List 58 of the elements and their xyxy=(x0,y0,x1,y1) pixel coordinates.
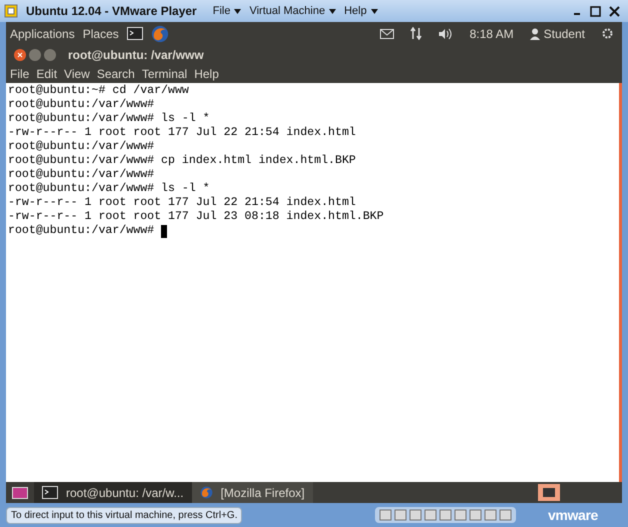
caret-icon xyxy=(329,8,336,14)
menu-item[interactable]: File xyxy=(212,2,242,20)
maximize-icon[interactable] xyxy=(590,6,601,16)
menu-item[interactable]: Virtual Machine xyxy=(249,2,336,20)
caret-icon xyxy=(370,8,378,14)
panel-menu[interactable]: Applications xyxy=(10,24,75,42)
window-title: Ubuntu 12.04 - VMware Player xyxy=(26,3,197,20)
menu-item[interactable]: Edit xyxy=(36,65,58,83)
network-icon[interactable] xyxy=(410,27,422,40)
menu-item[interactable]: Search xyxy=(96,65,135,83)
mail-icon[interactable] xyxy=(380,28,394,38)
terminal-launcher-icon xyxy=(126,27,143,40)
menu-item[interactable]: View xyxy=(64,65,90,83)
terminal-line: root@ubuntu:/var/www# cp index.html index.html.BKP xyxy=(8,153,356,168)
terminal-line: root@ubuntu:~# cd /var/www xyxy=(8,83,189,98)
device-icon[interactable] xyxy=(498,508,512,522)
device-icon[interactable] xyxy=(454,508,467,522)
terminal-line: root@ubuntu:/var/www# xyxy=(8,139,154,154)
close-icon[interactable] xyxy=(14,49,26,61)
terminal-line: root@ubuntu:/var/www# xyxy=(8,97,154,112)
menu-item[interactable]: Help xyxy=(194,65,219,83)
terminal-icon xyxy=(42,486,58,499)
cursor xyxy=(161,224,168,238)
user-icon xyxy=(530,28,540,40)
browser-launcher-icon[interactable] xyxy=(150,24,169,42)
show-desktop-icon[interactable] xyxy=(12,486,28,498)
menu-item[interactable]: File xyxy=(10,65,30,83)
terminal-title: root@ubuntu: /var/www xyxy=(68,47,204,64)
status-message: To direct input to this virtual machine, press Ctrl+G. xyxy=(6,506,242,524)
close-icon[interactable] xyxy=(609,6,620,16)
terminal-line: -rw-r--r-- 1 root root 177 Jul 22 21:54 index.html xyxy=(8,195,356,210)
terminal-line: root@ubuntu:/var/www# xyxy=(8,167,154,182)
device-icon[interactable] xyxy=(438,508,452,522)
terminal-line: root@ubuntu:/var/www# ls -l * xyxy=(8,111,210,126)
app-logo-icon xyxy=(4,4,18,18)
caret-icon xyxy=(234,8,242,14)
user-name[interactable]: Student xyxy=(544,24,585,42)
panel-menu[interactable]: Places xyxy=(82,24,119,42)
clock[interactable]: 8:18 AM xyxy=(470,24,514,42)
taskbar-item[interactable]: root@ubuntu: /var/w... xyxy=(34,482,192,503)
device-icon[interactable] xyxy=(468,508,482,522)
terminal-line: -rw-r--r-- 1 root root 177 Jul 23 08:18 index.html.BKP xyxy=(8,209,384,224)
workspace-switcher-icon[interactable] xyxy=(538,484,560,501)
device-icon[interactable] xyxy=(484,508,497,522)
terminal-screen[interactable] xyxy=(6,83,622,482)
volume-icon[interactable] xyxy=(438,28,454,40)
menu-item[interactable]: Help xyxy=(344,2,378,20)
terminal-line: -rw-r--r-- 1 root root 177 Jul 22 21:54 index.html xyxy=(8,125,356,140)
terminal-line: root@ubuntu:/var/www# ls -l * xyxy=(8,181,210,196)
device-icon[interactable] xyxy=(408,508,422,522)
device-icon[interactable] xyxy=(378,508,392,522)
brand-logo: vmware xyxy=(548,506,598,524)
device-icon[interactable] xyxy=(394,508,407,522)
device-icon[interactable] xyxy=(424,508,437,522)
taskbar-item[interactable]: [Mozilla Firefox] xyxy=(192,482,313,503)
browser-icon[interactable] xyxy=(200,486,213,499)
terminal-line: root@ubuntu:/var/www# xyxy=(8,223,156,240)
menu-item[interactable]: Terminal xyxy=(142,65,188,83)
